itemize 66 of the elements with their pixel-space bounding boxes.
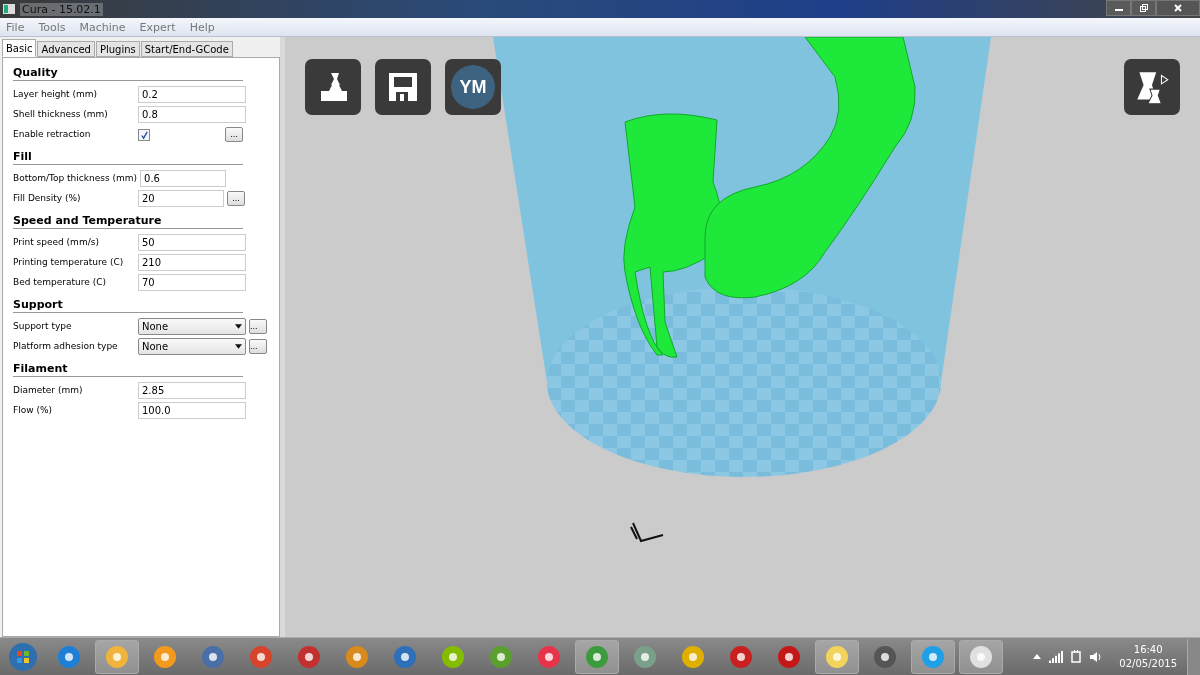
- menu-item[interactable]: File: [6, 20, 25, 34]
- more-button[interactable]: ...: [249, 318, 267, 334]
- input-field[interactable]: 20: [138, 189, 224, 207]
- view-mode-icon[interactable]: [1124, 59, 1180, 115]
- more-button[interactable]: ...: [249, 338, 267, 354]
- dropdown[interactable]: None: [138, 317, 246, 335]
- checkbox[interactable]: [138, 129, 150, 141]
- field-label: Diameter (mm): [13, 385, 84, 395]
- restore-button[interactable]: [1131, 0, 1156, 16]
- field-label: Fill Density (%): [13, 193, 82, 203]
- caret-icon: [235, 343, 242, 349]
- taskbar-app-icon[interactable]: [815, 639, 859, 674]
- tab[interactable]: Start/End-GCode: [140, 41, 233, 57]
- tab[interactable]: Plugins: [95, 41, 140, 57]
- input-field[interactable]: 70: [138, 273, 246, 291]
- more-button[interactable]: ...: [225, 126, 243, 142]
- caret-icon: [235, 323, 242, 329]
- input-field[interactable]: 210: [138, 253, 246, 271]
- window-title: Cura - 15.02.1: [20, 2, 103, 16]
- restore-icon: [1138, 3, 1149, 13]
- close-icon: [1173, 3, 1183, 13]
- input-field[interactable]: 0.2: [138, 85, 246, 103]
- taskbar-app-icon[interactable]: [959, 639, 1003, 674]
- close-button[interactable]: [1156, 0, 1200, 16]
- menu-item[interactable]: Expert: [139, 20, 176, 34]
- more-button[interactable]: ...: [227, 190, 245, 206]
- minimize-button[interactable]: [1106, 0, 1131, 16]
- menu-item[interactable]: Machine: [79, 20, 126, 34]
- section-title: Quality: [13, 66, 243, 81]
- account-button[interactable]: YM: [445, 59, 501, 115]
- signal-icon[interactable]: [1049, 650, 1064, 663]
- field-label: Printing temperature (C): [13, 257, 125, 267]
- volume-icon[interactable]: [1089, 650, 1104, 663]
- power-icon[interactable]: [1071, 649, 1082, 664]
- taskbar-app-icon[interactable]: [575, 639, 619, 674]
- dropdown[interactable]: None: [138, 337, 246, 355]
- field-label: Flow (%): [13, 405, 53, 415]
- field-label: Shell thickness (mm): [13, 109, 109, 119]
- input-field[interactable]: 0.8: [138, 105, 246, 123]
- menu-item[interactable]: Help: [189, 20, 215, 34]
- load-icon[interactable]: [305, 59, 361, 115]
- input-field[interactable]: 100.0: [138, 401, 246, 419]
- app-icon: [3, 3, 15, 15]
- section-title: Filament: [13, 362, 243, 377]
- section-title: Support: [13, 298, 243, 313]
- field-label: Bottom/Top thickness (mm): [13, 173, 138, 183]
- taskbar-app-icon[interactable]: [95, 639, 139, 674]
- field-label: Support type: [13, 321, 73, 331]
- menu-item[interactable]: Tools: [38, 20, 66, 34]
- axis-icon: [630, 522, 664, 543]
- input-field[interactable]: 50: [138, 233, 246, 251]
- field-label: Layer height (mm): [13, 89, 99, 99]
- taskbar-app-icon[interactable]: [911, 639, 955, 674]
- save-icon[interactable]: [375, 59, 431, 115]
- field-label: Print speed (mm/s): [13, 237, 100, 247]
- input-field[interactable]: 0.6: [140, 169, 227, 187]
- input-field[interactable]: 2.85: [138, 381, 246, 399]
- section-title: Fill: [13, 150, 243, 165]
- tab[interactable]: Basic: [2, 39, 37, 57]
- field-label: Enable retraction: [13, 129, 92, 139]
- tab[interactable]: Advanced: [37, 41, 95, 57]
- field-label: Bed temperature (C): [13, 277, 108, 287]
- section-title: Speed and Temperature: [13, 214, 243, 229]
- clock[interactable]: 16:40 02/05/2015: [1119, 642, 1177, 671]
- show-hidden-icon[interactable]: [1033, 654, 1042, 659]
- field-label: Platform adhesion type: [13, 341, 119, 351]
